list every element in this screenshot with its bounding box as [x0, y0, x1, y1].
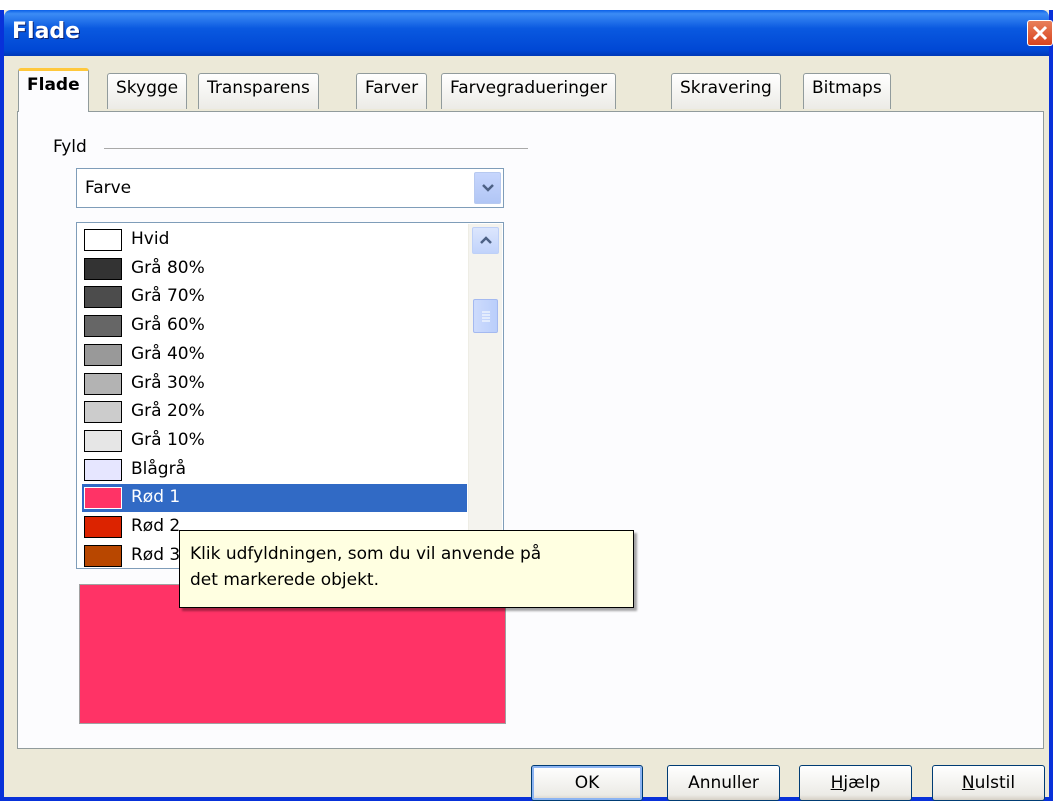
- fill-group-label: Fyld: [53, 137, 87, 157]
- color-label: Hvid: [131, 229, 170, 249]
- color-swatch: [84, 372, 122, 395]
- color-list-item[interactable]: Blågrå: [82, 456, 467, 484]
- chevron-down-icon: [482, 184, 494, 192]
- color-swatch: [84, 286, 122, 309]
- color-swatch: [84, 315, 122, 338]
- color-swatch: [84, 401, 122, 424]
- color-list-item[interactable]: Grå 20%: [82, 398, 467, 426]
- color-list-item[interactable]: Grå 70%: [82, 283, 467, 311]
- color-label: Grå 80%: [131, 257, 205, 278]
- close-icon: [1032, 25, 1048, 41]
- color-list-item[interactable]: Grå 30%: [82, 370, 467, 398]
- dropdown-button[interactable]: [474, 172, 501, 204]
- cancel-button[interactable]: Annuller: [667, 765, 780, 801]
- color-swatch: [84, 487, 122, 510]
- chevron-up-icon: [480, 236, 492, 244]
- color-swatch: [84, 229, 122, 251]
- tab-farver[interactable]: Farver: [356, 73, 428, 109]
- fill-type-value: Farve: [85, 178, 132, 198]
- scroll-up-button[interactable]: [472, 227, 499, 254]
- tab-panel-flade: Fyld Farve Hvid Grå 80% Grå 70% Grå 60% Grå …: [17, 111, 1044, 749]
- color-label: Grå 70%: [131, 286, 205, 307]
- color-list[interactable]: Hvid Grå 80% Grå 70% Grå 60% Grå 40% Grå 30% G…: [76, 222, 504, 569]
- color-label: Rød 2: [131, 516, 181, 536]
- color-swatch: [84, 257, 122, 280]
- tab-skravering[interactable]: Skravering: [671, 73, 781, 109]
- color-label: Grå 60%: [131, 315, 205, 336]
- color-list-item[interactable]: Grå 80%: [82, 255, 467, 283]
- color-swatch: [84, 544, 122, 567]
- color-swatch: [84, 343, 122, 366]
- tab-bitmaps[interactable]: Bitmaps: [803, 73, 891, 109]
- color-list-item[interactable]: Hvid: [82, 226, 467, 254]
- color-list-item[interactable]: Grå 40%: [82, 341, 467, 369]
- color-label: Rød 1: [131, 487, 181, 508]
- color-label: Grå 20%: [131, 401, 205, 422]
- color-swatch: [84, 516, 122, 538]
- color-label: Grå 30%: [131, 372, 205, 393]
- help-mnemonic: H: [830, 773, 844, 793]
- tooltip: Klik udfyldningen, som du vil anvende på…: [179, 530, 634, 608]
- scroll-thumb[interactable]: [473, 299, 498, 333]
- color-swatch: [84, 429, 122, 452]
- group-divider: [104, 148, 528, 149]
- color-list-scrollbar[interactable]: [468, 224, 502, 567]
- ok-button[interactable]: OK: [531, 765, 643, 801]
- color-list-item[interactable]: Grå 10%: [82, 427, 467, 455]
- tab-transparens[interactable]: Transparens: [198, 73, 319, 109]
- title-bar[interactable]: Flade: [4, 10, 1053, 56]
- window-title: Flade: [12, 19, 81, 44]
- color-swatch: [84, 458, 122, 481]
- reset-mnemonic: N: [961, 773, 975, 793]
- help-button[interactable]: Hjælp: [799, 765, 912, 801]
- grip-icon: [482, 311, 490, 322]
- flade-dialog: Flade Flade Skygge Transparens Farver Fa…: [0, 10, 1053, 801]
- fill-type-dropdown[interactable]: Farve: [76, 168, 504, 208]
- tab-flade[interactable]: Flade: [18, 68, 89, 112]
- tab-skygge[interactable]: Skygge: [107, 73, 188, 109]
- help-label-rest: jælp: [843, 773, 881, 793]
- color-label: Grå 40%: [131, 343, 205, 364]
- color-list-item[interactable]: Rød 1: [82, 484, 467, 513]
- tab-farvegradueringer[interactable]: Farvegradueringer: [441, 73, 617, 109]
- color-list-item[interactable]: Grå 60%: [82, 312, 467, 340]
- reset-button[interactable]: Nulstil: [932, 765, 1045, 801]
- reset-label-rest: ulstil: [974, 773, 1016, 793]
- color-label: Rød 3: [131, 544, 181, 565]
- close-button[interactable]: [1027, 20, 1053, 46]
- color-label: Grå 10%: [131, 429, 205, 450]
- color-label: Blågrå: [131, 458, 187, 479]
